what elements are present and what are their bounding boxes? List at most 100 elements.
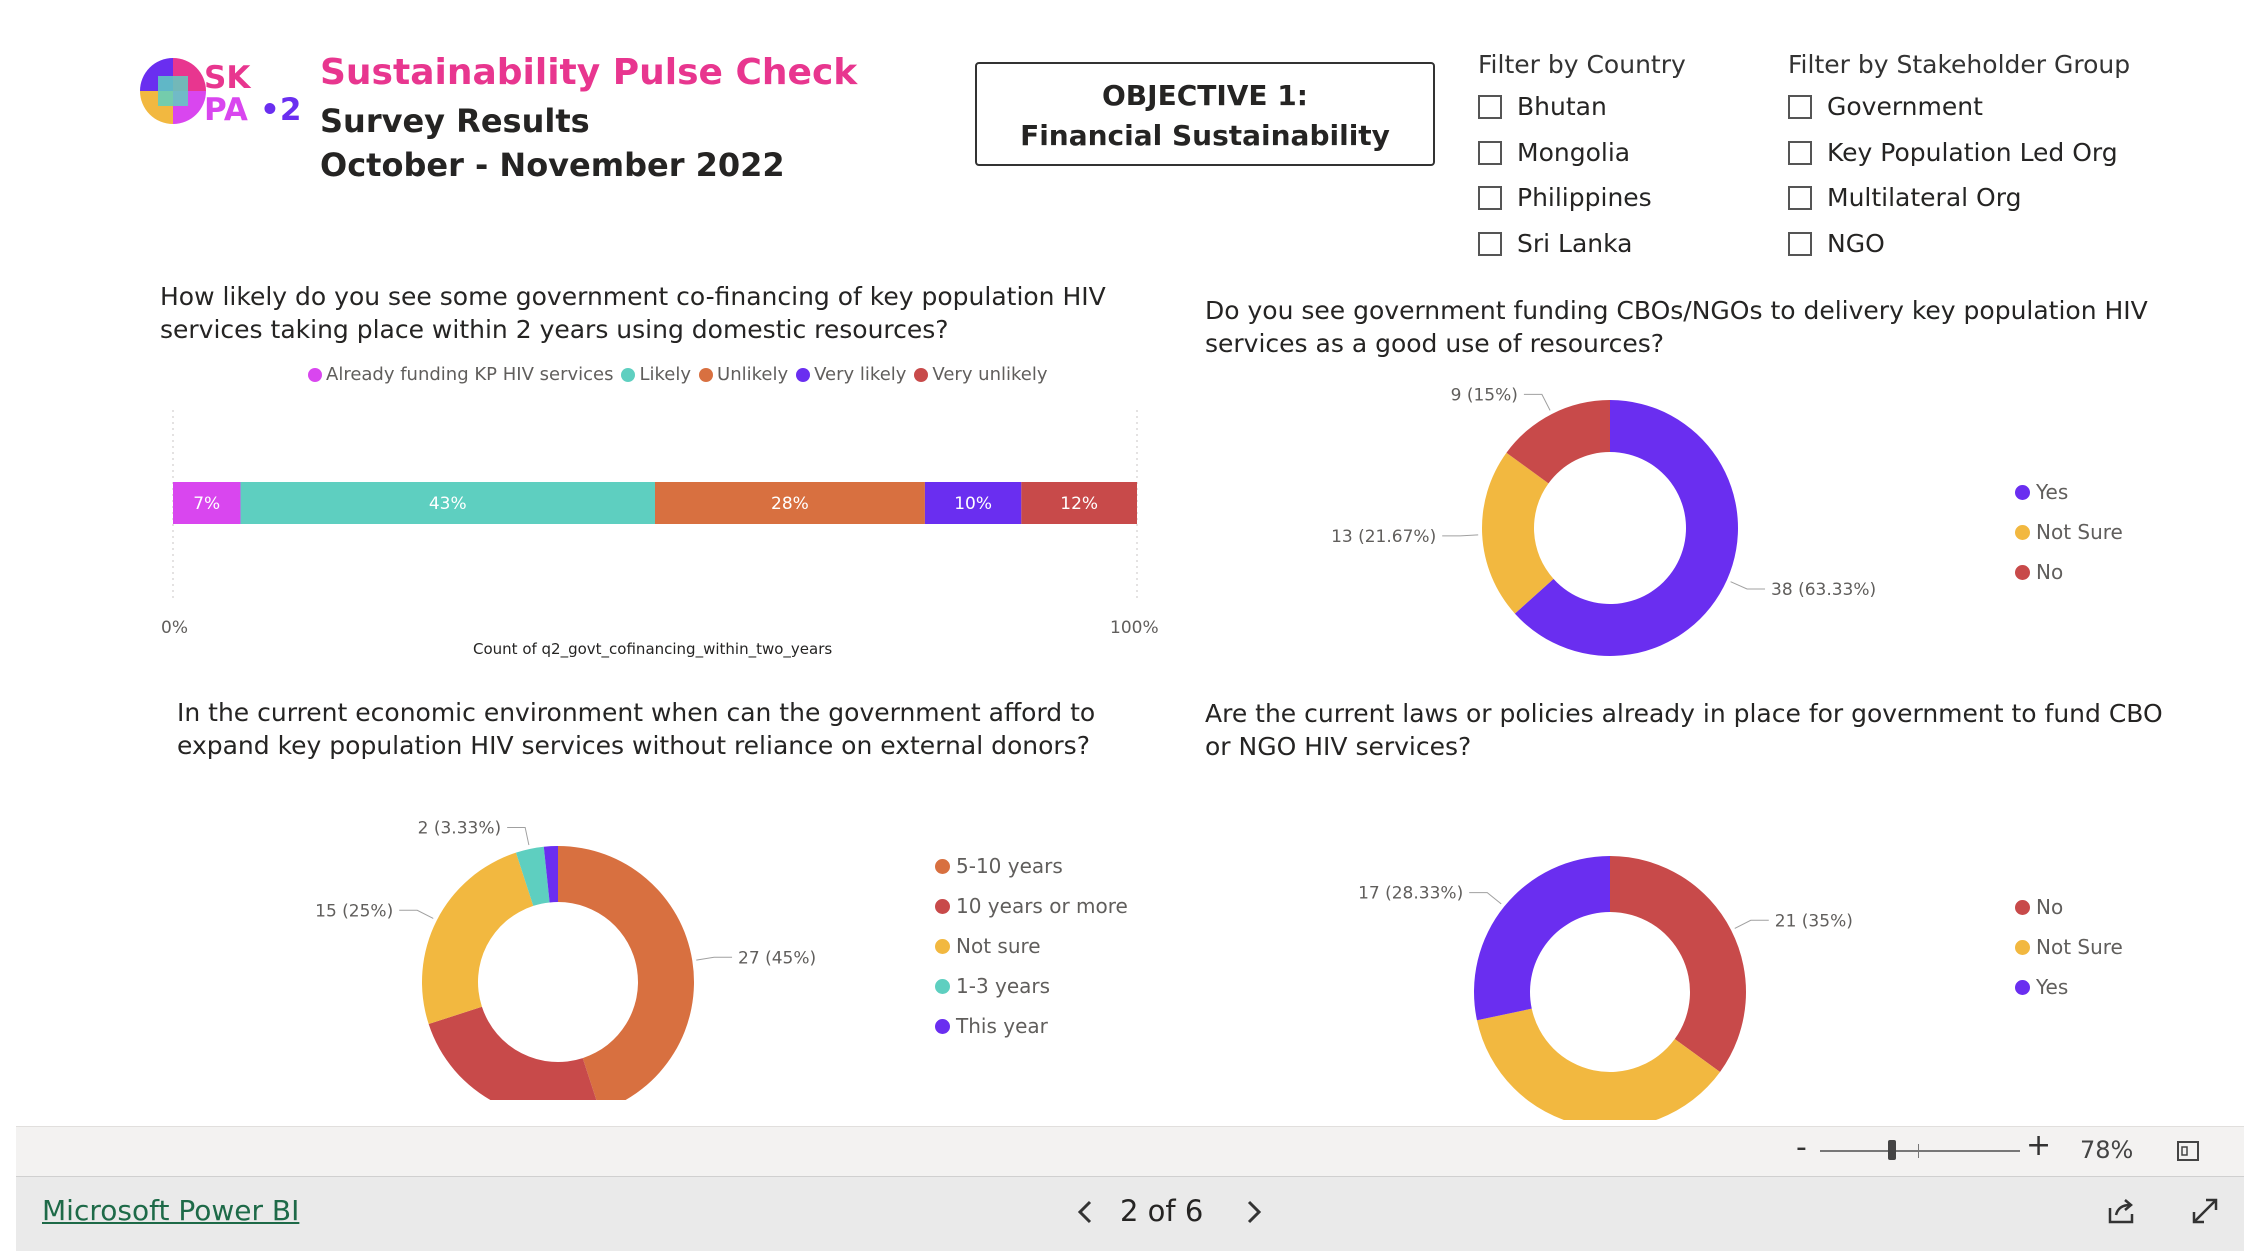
chart1-data-label-already-funding-kp-hiv-services: 7% <box>193 494 220 514</box>
filter-option-government[interactable]: Government <box>1788 92 1983 121</box>
chart1-legend: Already funding KP HIV services Likely Unl… <box>308 364 1048 385</box>
chart3-legend-item-1-3-years[interactable]: 1-3 years <box>935 966 1128 1006</box>
chart2-legend-item-not-sure[interactable]: Not Sure <box>2015 512 2123 552</box>
chart2-legend: Yes Not Sure No <box>2015 472 2123 592</box>
chart3-slice-not-sure[interactable] <box>422 852 534 1025</box>
filter-option-bhutan[interactable]: Bhutan <box>1478 92 1607 121</box>
chart4-data-label-no: 21 (35%) <box>1775 911 1853 931</box>
chart3-legend-item-not-sure[interactable]: Not sure <box>935 926 1128 966</box>
checkbox[interactable] <box>1788 185 1812 210</box>
chart1-legend-item-very-likely[interactable]: Very likely <box>796 364 906 385</box>
zoom-slider-track[interactable] <box>1820 1150 2020 1152</box>
logo-suffix: •2 <box>260 92 301 124</box>
zoom-in-button[interactable]: + <box>2026 1128 2051 1163</box>
checkbox[interactable] <box>1478 231 1502 256</box>
filter-option-ngo[interactable]: NGO <box>1788 229 1885 258</box>
chart4-legend: No Not Sure Yes <box>2015 887 2123 1007</box>
logo-text-bottom: PA <box>204 92 248 124</box>
zoom-out-button[interactable]: - <box>1796 1130 1807 1165</box>
legend-dot <box>935 978 950 994</box>
legend-dot <box>2015 939 2030 955</box>
filter-option-philippines[interactable]: Philippines <box>1478 183 1652 212</box>
chart2-leader-line-not-sure <box>1442 534 1479 537</box>
legend-dot <box>914 367 929 382</box>
chart2-data-label-no: 9 (15%) <box>1451 385 1518 405</box>
chart2-data-label-not-sure: 13 (21.67%) <box>1331 527 1436 547</box>
chart3-data-label-1-3-years: 2 (3.33%) <box>418 818 502 838</box>
chart2-legend-item-no[interactable]: No <box>2015 552 2123 592</box>
chart3-data-label-not-sure: 15 (25%) <box>315 901 393 921</box>
chart1-legend-item-already-funding-kp-hiv-services[interactable]: Already funding KP HIV services <box>308 364 613 385</box>
fit-to-page-icon[interactable] <box>2176 1140 2200 1162</box>
chart3-leader-line-1-3-years <box>507 826 530 846</box>
zoom-slider-thumb[interactable] <box>1888 1140 1896 1160</box>
chart2-donut: 38 (63.33%) 13 (21.67%) 9 (15%) <box>1331 385 1876 656</box>
objective-box: OBJECTIVE 1: Financial Sustainability <box>975 62 1435 166</box>
chart4-leader-line-yes <box>1469 892 1502 905</box>
chart4-legend-item-no[interactable]: No <box>2015 887 2123 927</box>
chart1-data-label-unlikely: 28% <box>771 494 809 514</box>
chart4-legend-item-not-sure[interactable]: Not Sure <box>2015 927 2123 967</box>
chevron-right-icon[interactable] <box>1243 1198 1265 1226</box>
legend-dot <box>621 367 636 382</box>
chevron-left-icon[interactable] <box>1074 1198 1096 1226</box>
chart4-slice-yes[interactable] <box>1474 856 1610 1021</box>
checkbox[interactable] <box>1478 94 1502 119</box>
chart1-x-tick-100: 100% <box>1110 618 1159 638</box>
objective-line1: OBJECTIVE 1: <box>1102 79 1308 112</box>
expand-icon[interactable] <box>2190 1196 2220 1226</box>
chart2-leader-line-yes <box>1730 581 1766 590</box>
legend-dot <box>935 858 950 874</box>
objective-line2: Financial Sustainability <box>1020 119 1390 152</box>
chart4-slice-no[interactable] <box>1610 856 1746 1072</box>
chart1-legend-item-likely[interactable]: Likely <box>621 364 691 385</box>
country-filter-title: Filter by Country <box>1478 50 1686 79</box>
chart3-leader-line-not-sure <box>399 909 434 919</box>
chart1-legend-item-unlikely[interactable]: Unlikely <box>699 364 788 385</box>
chart1-data-label-very-unlikely: 12% <box>1060 494 1098 514</box>
chart4-data-label-yes: 17 (28.33%) <box>1358 884 1463 904</box>
zoom-slider-midmark <box>1918 1144 1919 1158</box>
chart1-data-label-very-likely: 10% <box>954 494 992 514</box>
chart3-legend-item-10-years-or-more[interactable]: 10 years or more <box>935 886 1128 926</box>
chart3-legend-item-5-10-years[interactable]: 5-10 years <box>935 846 1128 886</box>
chart1-x-axis-title: Count of q2_govt_cofinancing_within_two_… <box>473 640 833 658</box>
filter-option-multilateral-org[interactable]: Multilateral Org <box>1788 183 2021 212</box>
filter-option-sri-lanka[interactable]: Sri Lanka <box>1478 229 1633 258</box>
chart1-x-tick-0: 0% <box>161 618 188 638</box>
chart3-legend-item-this-year[interactable]: This year <box>935 1006 1128 1046</box>
legend-dot <box>796 367 811 382</box>
legend-dot <box>2015 979 2030 995</box>
legend-dot <box>308 367 322 382</box>
chart4-question: Are the current laws or policies already… <box>1205 699 2163 761</box>
legend-dot <box>2015 564 2030 580</box>
filter-option-mongolia[interactable]: Mongolia <box>1478 138 1630 167</box>
chart1-legend-item-very-unlikely[interactable]: Very unlikely <box>914 364 1048 385</box>
checkbox[interactable] <box>1788 231 1812 256</box>
legend-dot <box>2015 899 2030 915</box>
checkbox[interactable] <box>1478 140 1502 165</box>
filter-option-key-population-led-org[interactable]: Key Population Led Org <box>1788 138 2118 167</box>
dashboard-subtitle: Survey Results <box>320 102 590 140</box>
power-bi-link[interactable]: Microsoft Power BI <box>42 1194 299 1227</box>
checkbox[interactable] <box>1788 94 1812 119</box>
chart3-donut: 27 (45%)15 (25%)15 (25%)2 (3.33%) <box>315 818 816 1100</box>
share-icon[interactable] <box>2106 1196 2136 1226</box>
chart3-data-label-5-10-years: 27 (45%) <box>738 948 816 968</box>
chart2-legend-item-yes[interactable]: Yes <box>2015 472 2123 512</box>
chart2-question: Do you see government funding CBOs/NGOs … <box>1205 296 2148 358</box>
chart4-legend-item-yes[interactable]: Yes <box>2015 967 2123 1007</box>
page-indicator: 2 of 6 <box>1120 1194 1204 1228</box>
zoom-level: 78% <box>2080 1136 2134 1164</box>
chart4-leader-line-no <box>1734 919 1769 929</box>
legend-dot <box>2015 524 2030 540</box>
skpa2-logo: SK PA •2 <box>140 58 301 124</box>
checkbox[interactable] <box>1478 185 1502 210</box>
chart1-bar-chart: 7% 43% 28% 10% 12% <box>172 410 1138 600</box>
chart3-question: In the current economic environment when… <box>177 698 1096 760</box>
checkbox[interactable] <box>1788 140 1812 165</box>
logo-text-top: SK <box>204 60 251 96</box>
chart3-slice-10-years-or-more[interactable] <box>428 1006 600 1100</box>
date-range: October - November 2022 <box>320 146 785 184</box>
dashboard-title: Sustainability Pulse Check <box>320 52 858 93</box>
